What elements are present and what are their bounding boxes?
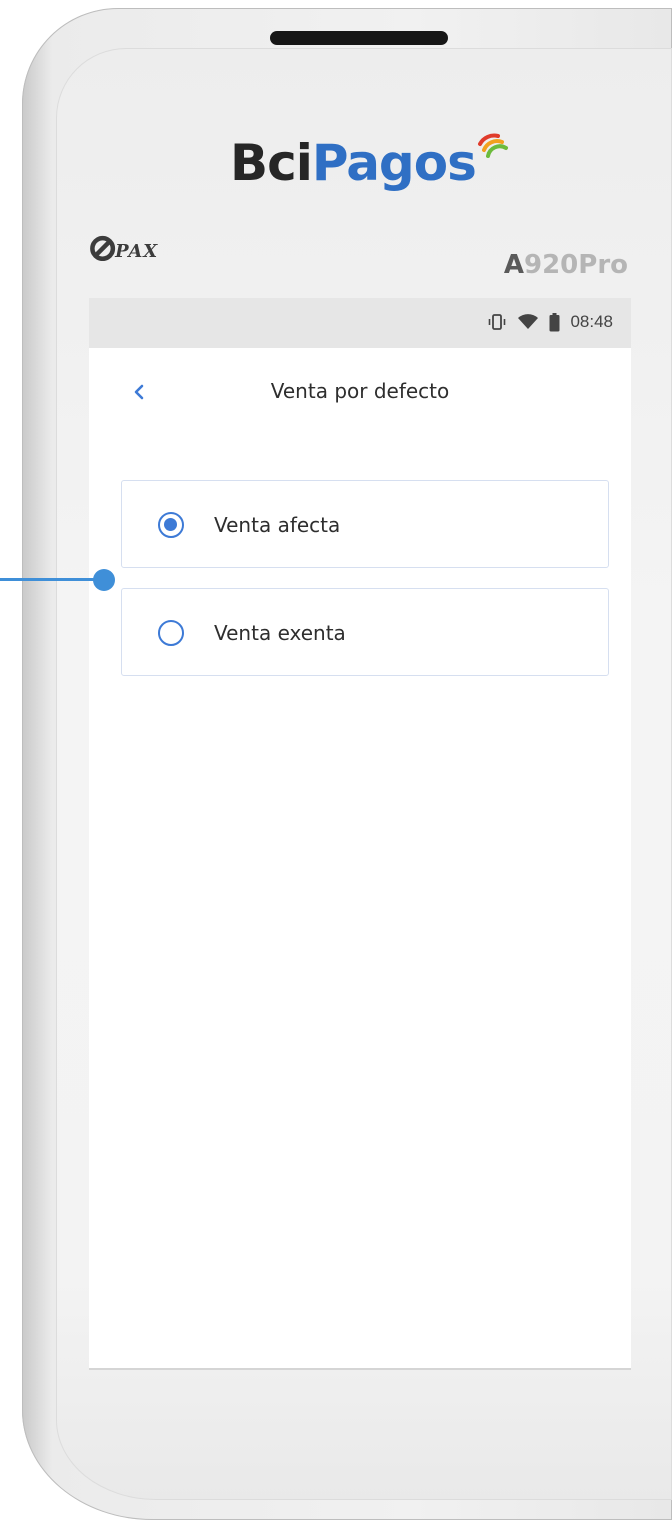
status-icons: 08:48	[487, 312, 613, 332]
vibrate-icon	[489, 314, 506, 330]
model-suffix: 920Pro	[523, 250, 628, 280]
pax-logo: ⊘ PAX	[86, 224, 158, 274]
option-venta-exenta[interactable]: Venta exenta	[121, 588, 609, 676]
option-label: Venta exenta	[214, 621, 346, 645]
device-screen: 08:48 Venta por defecto Venta afecta Ven…	[89, 298, 631, 1370]
battery-icon	[549, 312, 560, 331]
radio-unselected-icon[interactable]	[158, 620, 184, 646]
signal-arc-icon	[478, 133, 508, 158]
device-model: A920Pro	[504, 250, 628, 280]
device-speaker	[270, 31, 448, 45]
option-venta-afecta[interactable]: Venta afecta	[121, 480, 609, 568]
annotation-dot	[93, 569, 115, 591]
brand-pagos-text: Pagos	[311, 134, 477, 192]
status-bar: 08:48	[89, 298, 631, 348]
sale-type-options: Venta afecta Venta exenta	[121, 480, 609, 696]
brand-bci-text: Bci	[230, 134, 313, 192]
wifi-icon	[518, 314, 539, 329]
status-time: 08:48	[570, 312, 613, 331]
pax-swoosh-icon: ⊘	[86, 224, 119, 271]
screen-bottom-edge	[89, 1368, 631, 1370]
bcipagos-logo: BciPagos	[230, 134, 477, 204]
app-header: Venta por defecto	[89, 348, 631, 438]
model-prefix: A	[503, 250, 524, 280]
page-title: Venta por defecto	[270, 379, 450, 403]
option-label: Venta afecta	[214, 513, 341, 537]
annotation-line	[0, 578, 104, 581]
pax-logo-text: PAX	[115, 241, 159, 262]
radio-selected-icon[interactable]	[158, 512, 184, 538]
